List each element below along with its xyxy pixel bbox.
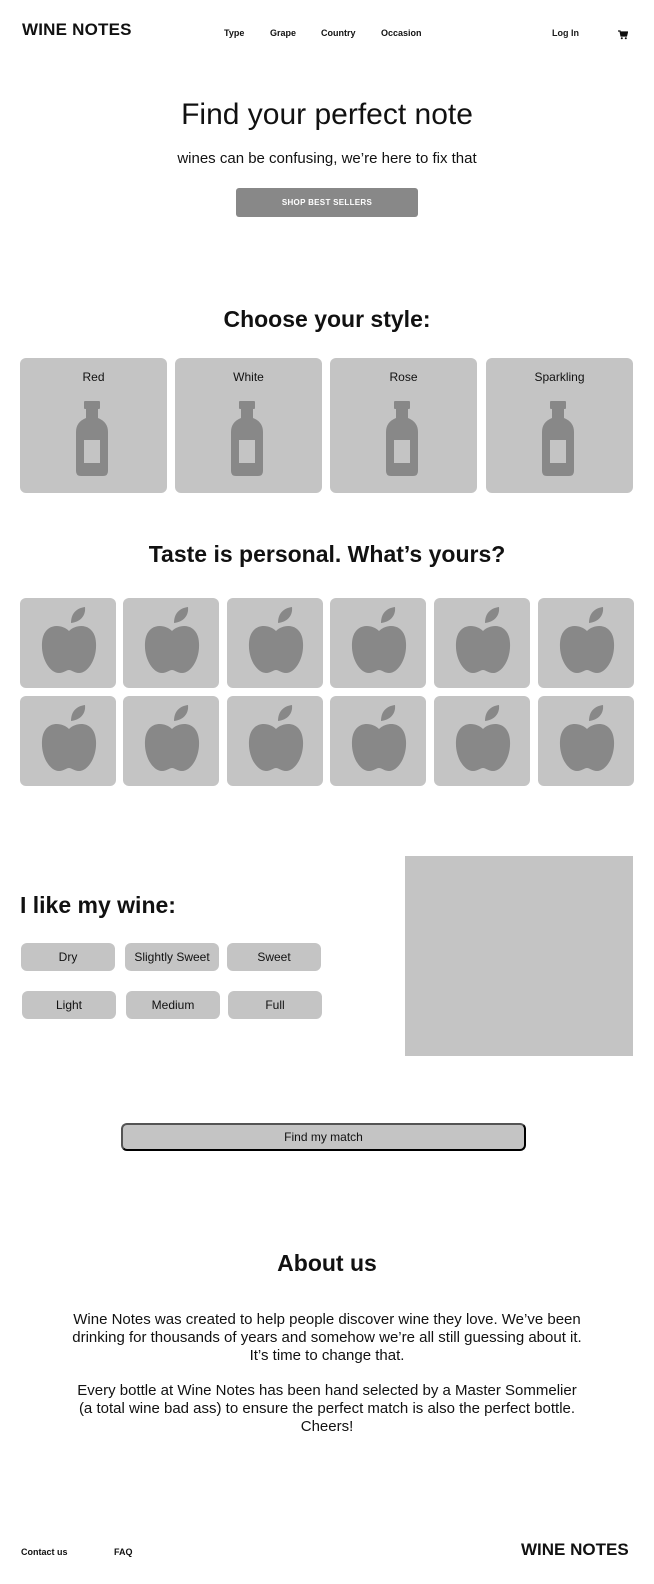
apple-icon — [455, 705, 511, 771]
nav-link-grape[interactable]: Grape — [270, 28, 296, 38]
chip-slightly-sweet[interactable]: Slightly Sweet — [125, 943, 219, 971]
about-paragraph: Wine Notes was created to help people di… — [72, 1311, 582, 1364]
site-logo[interactable]: WINE NOTES — [22, 20, 132, 40]
style-card-rose[interactable]: Rose — [330, 358, 477, 493]
shop-best-sellers-button[interactable]: SHOP BEST SELLERS — [236, 188, 418, 217]
apple-icon — [41, 607, 97, 673]
style-card-white[interactable]: White — [175, 358, 322, 493]
style-card-label: Rose — [389, 370, 418, 384]
cart-icon[interactable] — [618, 27, 629, 40]
apple-icon — [455, 607, 511, 673]
apple-icon — [144, 705, 200, 771]
taste-card[interactable] — [434, 598, 530, 688]
taste-card[interactable] — [123, 598, 219, 688]
wine-bottle-icon — [231, 401, 263, 476]
find-my-match-button[interactable]: Find my match — [121, 1123, 526, 1151]
taste-card[interactable] — [538, 598, 634, 688]
taste-card[interactable] — [20, 598, 116, 688]
taste-section-title: Taste is personal. What’s yours? — [148, 541, 506, 567]
wine-bottle-icon — [386, 401, 418, 476]
apple-icon — [351, 705, 407, 771]
taste-card[interactable] — [330, 696, 426, 786]
nav-link-occasion[interactable]: Occasion — [381, 28, 422, 38]
apple-icon — [41, 705, 97, 771]
hero-title: Find your perfect note — [181, 98, 473, 131]
apple-icon — [559, 607, 615, 673]
apple-icon — [351, 607, 407, 673]
footer-faq-link[interactable]: FAQ — [114, 1547, 133, 1557]
taste-card[interactable] — [330, 598, 426, 688]
footer-contact-link[interactable]: Contact us — [21, 1547, 68, 1557]
site-header: WINE NOTES Type Grape Country Occasion L… — [0, 0, 654, 70]
footer-logo[interactable]: WINE NOTES — [521, 1540, 629, 1560]
style-card-label: White — [233, 370, 264, 384]
image-placeholder — [405, 856, 633, 1056]
style-card-label: Red — [82, 370, 105, 384]
chip-sweet[interactable]: Sweet — [227, 943, 321, 971]
taste-card[interactable] — [434, 696, 530, 786]
style-card-sparkling[interactable]: Sparkling — [486, 358, 633, 493]
chip-dry[interactable]: Dry — [21, 943, 115, 971]
nav-link-type[interactable]: Type — [224, 28, 244, 38]
chip-medium[interactable]: Medium — [126, 991, 220, 1019]
apple-icon — [144, 607, 200, 673]
apple-icon — [559, 705, 615, 771]
about-paragraph: Every bottle at Wine Notes has been hand… — [77, 1382, 577, 1435]
style-card-label: Sparkling — [534, 370, 585, 384]
taste-card[interactable] — [123, 696, 219, 786]
taste-card[interactable] — [538, 696, 634, 786]
taste-card[interactable] — [20, 696, 116, 786]
style-card-red[interactable]: Red — [20, 358, 167, 493]
style-section-title: Choose your style: — [223, 306, 431, 332]
login-link[interactable]: Log In — [552, 28, 579, 38]
chip-full[interactable]: Full — [228, 991, 322, 1019]
hero-subtitle: wines can be confusing, we’re here to fi… — [177, 150, 477, 167]
nav-link-country[interactable]: Country — [321, 28, 356, 38]
taste-card[interactable] — [227, 696, 323, 786]
about-title: About us — [277, 1250, 377, 1276]
apple-icon — [248, 705, 304, 771]
wine-bottle-icon — [76, 401, 108, 476]
like-section-title: I like my wine: — [20, 892, 176, 918]
apple-icon — [248, 607, 304, 673]
chip-light[interactable]: Light — [22, 991, 116, 1019]
wine-bottle-icon — [542, 401, 574, 476]
taste-card[interactable] — [227, 598, 323, 688]
